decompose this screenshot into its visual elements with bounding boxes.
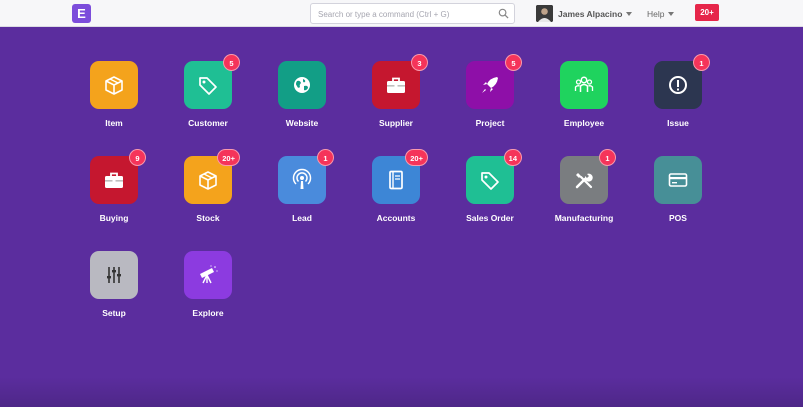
tag-icon [199,77,217,95]
module-label: Explore [192,308,224,318]
user-menu[interactable]: James Alpacino [536,4,633,23]
module-tile-explore[interactable]: Explore [153,251,263,318]
rocket-icon [482,77,498,93]
app-logo[interactable]: E [72,4,91,23]
module-icon-box[interactable]: 1 [278,149,334,204]
tag-icon [481,172,499,190]
count-badge: 9 [129,149,146,166]
module-icon-box[interactable] [278,61,326,109]
count-badge: 5 [223,54,240,71]
briefcase-icon [387,77,405,93]
count-badge: 5 [505,54,522,71]
module-tile-issue[interactable]: 1 Issue [623,54,733,128]
count-badge: 1 [317,149,334,166]
count-badge: 20+ [217,149,240,166]
alert-icon [669,76,687,94]
module-icon-box[interactable] [654,156,702,204]
module-icon-box[interactable]: 1 [654,54,710,109]
module-label: POS [669,213,687,223]
box-icon [105,76,123,95]
user-name: James Alpacino [558,8,623,19]
search-input[interactable] [311,5,491,24]
globe-icon [294,77,310,93]
module-icon-box[interactable] [90,251,138,299]
module-icon-box[interactable] [90,61,138,109]
bottom-shade [0,377,803,407]
chevron-down-icon [626,11,633,16]
telescope-icon [200,265,218,284]
sliders-icon [107,267,121,283]
module-icon-box[interactable] [184,251,232,299]
module-icon-box[interactable]: 20+ [184,149,240,204]
module-icon-box[interactable] [560,61,608,109]
help-menu[interactable]: Help [647,4,675,23]
module-icon-box[interactable]: 1 [560,149,616,204]
broadcast-icon [292,168,312,189]
help-label: Help [647,8,665,19]
module-icon-box[interactable]: 9 [90,149,146,204]
book-icon [389,170,403,190]
module-icon-box[interactable]: 20+ [372,149,428,204]
notifications-badge[interactable]: 20+ [695,4,719,21]
navbar: E James Alpacino Help 20+ [0,0,803,27]
people-icon [574,76,594,92]
tools-icon [575,173,593,189]
module-icon-box[interactable]: 5 [466,54,522,109]
avatar [536,5,553,22]
box-icon [199,171,217,190]
count-badge: 20+ [405,149,428,166]
chevron-down-icon [668,11,675,16]
briefcase-icon [105,172,123,188]
credit-card-icon [668,173,688,187]
module-icon-box[interactable]: 3 [372,54,428,109]
search-icon[interactable] [498,8,509,19]
count-badge: 3 [411,54,428,71]
module-tile-pos[interactable]: POS [623,156,733,223]
count-badge: 1 [599,149,616,166]
search-bar[interactable] [310,3,515,24]
module-label: Issue [667,118,689,128]
count-badge: 14 [503,149,522,166]
module-icon-box[interactable]: 5 [184,54,240,109]
module-icon-box[interactable]: 14 [466,149,522,204]
count-badge: 1 [693,54,710,71]
